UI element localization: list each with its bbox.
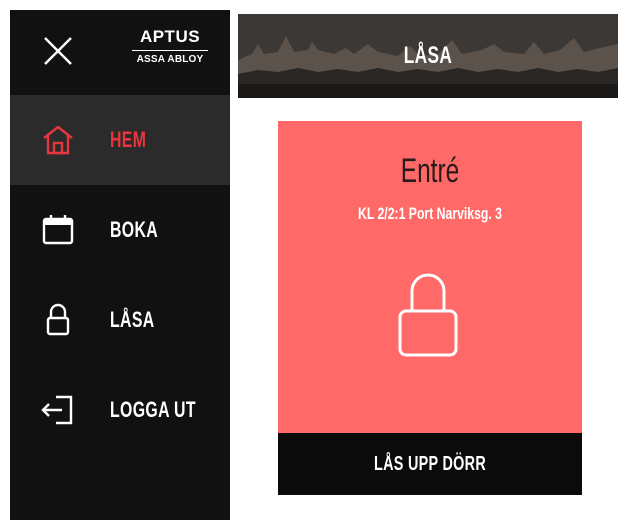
padlock-icon[interactable] — [396, 269, 460, 359]
close-icon[interactable] — [43, 36, 73, 66]
page-header: LÅSA — [238, 14, 618, 98]
drawer-header: APTUS ASSA ABLOY — [10, 10, 230, 95]
page-title: LÅSA — [403, 42, 453, 69]
nav-item-boka[interactable]: BOKA — [10, 185, 230, 275]
door-name: Entré — [400, 152, 460, 190]
logout-icon — [40, 392, 76, 428]
lock-icon — [40, 302, 76, 338]
app-screen: APTUS ASSA ABLOY HEM BOKA LÅSA LOGGA UT … — [0, 0, 618, 520]
door-location: KL 2/2:1 Port Narviksg. 3 — [358, 204, 502, 223]
home-icon — [40, 122, 76, 158]
brand-name: APTUS — [139, 27, 201, 46]
nav-item-lasa[interactable]: LÅSA — [10, 275, 230, 365]
nav-item-logga-ut[interactable]: LOGGA UT — [10, 365, 230, 455]
lock-card: Entré KL 2/2:1 Port Narviksg. 3 LÅS UPP … — [278, 121, 582, 495]
brand-subtitle: ASSA ABLOY — [136, 54, 204, 65]
nav-label-lasa: LÅSA — [110, 307, 155, 332]
unlock-door-label: LÅS UPP DÖRR — [373, 453, 487, 475]
unlock-door-button[interactable]: LÅS UPP DÖRR — [278, 433, 582, 495]
brand-divider — [132, 50, 208, 51]
calendar-icon — [40, 212, 76, 248]
nav-item-hem[interactable]: HEM — [10, 95, 230, 185]
brand-logo: APTUS ASSA ABLOY — [130, 26, 210, 76]
side-drawer: APTUS ASSA ABLOY HEM BOKA LÅSA LOGGA UT — [10, 10, 230, 520]
nav-label-hem: HEM — [110, 127, 147, 152]
nav-label-logga-ut: LOGGA UT — [110, 397, 196, 422]
nav-label-boka: BOKA — [110, 217, 159, 242]
